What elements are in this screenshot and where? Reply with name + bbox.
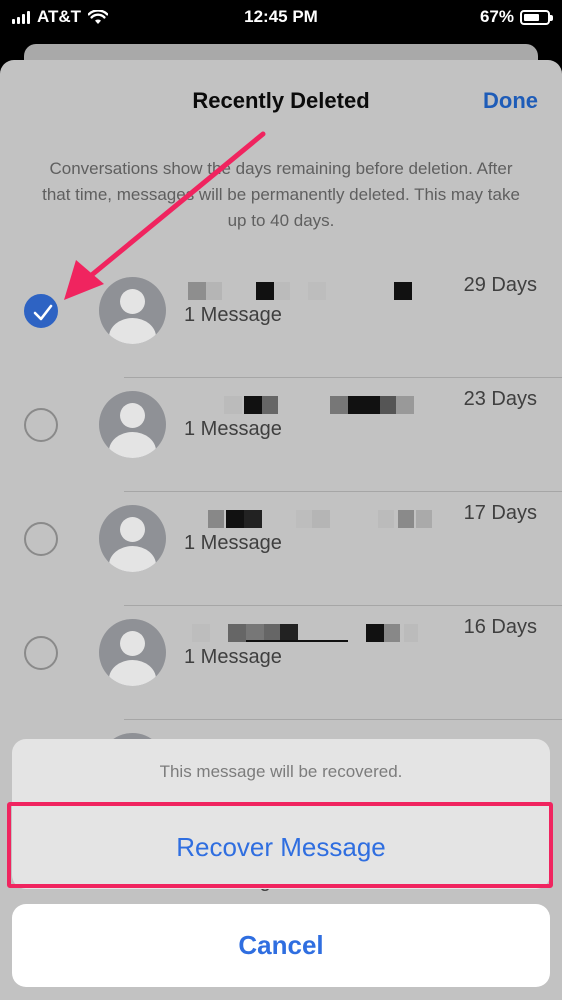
redacted-contact-name bbox=[184, 506, 434, 528]
selection-checkbox[interactable] bbox=[24, 636, 58, 670]
contact-avatar bbox=[99, 505, 166, 572]
battery-percent: 67% bbox=[479, 7, 514, 26]
status-bar: AT&T 12:45 PM 67% bbox=[0, 0, 562, 34]
cancel-button[interactable]: Cancel bbox=[12, 904, 550, 987]
days-remaining: 16 Days bbox=[463, 616, 537, 638]
selection-checkbox[interactable] bbox=[24, 522, 58, 556]
redacted-contact-name bbox=[184, 620, 434, 642]
message-count: 1 Message bbox=[184, 532, 282, 554]
message-count: 1 Message bbox=[184, 646, 282, 668]
contact-avatar bbox=[99, 619, 166, 686]
action-sheet-title: This message will be recovered. bbox=[159, 762, 403, 781]
conversation-row[interactable]: 1 Message 16 Days bbox=[0, 606, 562, 720]
annotation-arrow-icon bbox=[64, 131, 266, 300]
annotation-highlight-box bbox=[7, 802, 553, 888]
days-remaining: 17 Days bbox=[463, 502, 537, 524]
status-time: 12:45 PM bbox=[244, 7, 318, 26]
status-right: 67% bbox=[479, 7, 553, 27]
battery-icon bbox=[520, 9, 553, 25]
conversation-row[interactable]: 1 Message 17 Days bbox=[0, 492, 562, 606]
